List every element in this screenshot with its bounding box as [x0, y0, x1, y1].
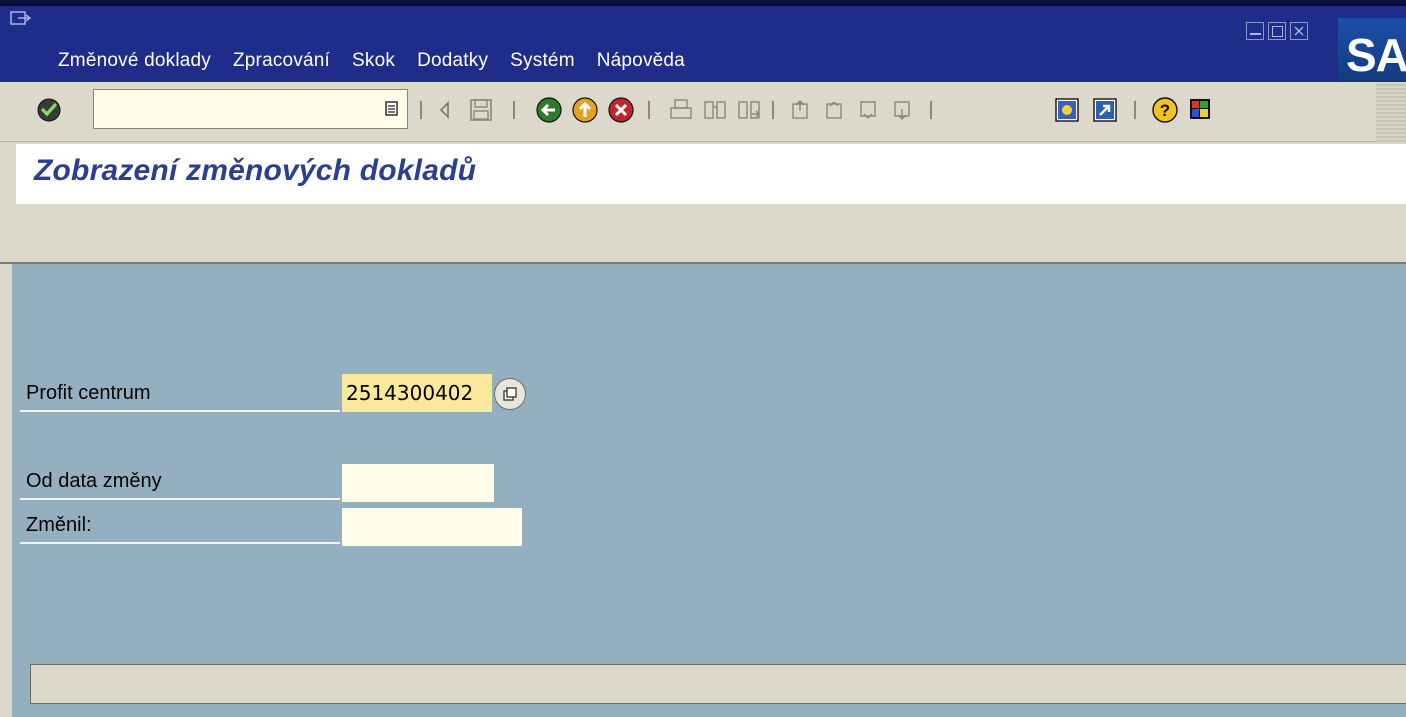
value-help-button[interactable]	[494, 378, 526, 410]
help-icon: ?	[1152, 97, 1178, 123]
menu-system[interactable]: Systém	[510, 50, 575, 80]
layout-menu-button[interactable]	[1186, 95, 1216, 125]
changed-by-underline	[20, 542, 340, 544]
title-area: Zobrazení změnových dokladů	[16, 144, 1406, 204]
save-icon	[470, 99, 492, 121]
toolbar-separator	[930, 101, 932, 119]
back-icon	[536, 97, 562, 123]
profit-center-label: Profit centrum	[26, 382, 151, 404]
menu-dodatky[interactable]: Dodatky	[417, 50, 488, 80]
toolbar-separator	[513, 101, 515, 119]
exit-button[interactable]	[570, 95, 600, 125]
menu-skok[interactable]: Skok	[352, 50, 395, 80]
last-page-button[interactable]	[888, 95, 918, 125]
close-icon	[1294, 26, 1304, 36]
cancel-icon	[608, 97, 634, 123]
toolbar-separator	[1134, 101, 1136, 119]
shortcut-icon	[1093, 98, 1117, 122]
enter-icon	[37, 98, 61, 122]
shortcut-button[interactable]	[1090, 95, 1120, 125]
cancel-button[interactable]	[606, 95, 636, 125]
title-bar: Změnové doklady Zpracování Skok Dodatky …	[0, 0, 1406, 82]
save-button[interactable]	[466, 95, 496, 125]
application-toolbar	[0, 204, 1406, 264]
menu-zmenove-doklady[interactable]: Změnové doklady	[58, 50, 211, 80]
command-history-icon[interactable]	[385, 101, 399, 117]
help-button[interactable]: ?	[1150, 95, 1180, 125]
date-from-label: Od data změny	[26, 470, 162, 492]
exit-icon	[572, 97, 598, 123]
toolbar-edge	[1376, 82, 1406, 142]
back-button[interactable]	[534, 95, 564, 125]
svg-text:?: ?	[1160, 101, 1170, 120]
standard-toolbar: ?	[0, 82, 1406, 142]
menu-napoveda[interactable]: Nápověda	[597, 50, 685, 80]
system-menu-icon[interactable]	[10, 11, 32, 27]
find-icon	[704, 101, 726, 119]
create-session-icon	[1055, 98, 1079, 122]
toolbar-separator	[648, 101, 650, 119]
maximize-button[interactable]	[1268, 22, 1286, 40]
command-input[interactable]	[94, 90, 372, 128]
first-page-button[interactable]	[786, 95, 816, 125]
toolbar-separator	[772, 101, 774, 119]
minimize-button[interactable]	[1246, 22, 1264, 40]
next-page-button[interactable]	[854, 95, 884, 125]
previous-page-icon	[826, 101, 842, 119]
menu-zpracovani[interactable]: Zpracování	[233, 50, 330, 80]
page-title: Zobrazení změnových dokladů	[34, 154, 477, 187]
print-button[interactable]	[666, 95, 696, 125]
close-button[interactable]	[1290, 22, 1308, 40]
enter-button[interactable]	[34, 95, 64, 125]
back-arrow-button[interactable]	[430, 95, 460, 125]
value-help-icon	[503, 387, 517, 401]
command-field[interactable]	[93, 89, 408, 129]
date-from-underline	[20, 498, 340, 500]
main-canvas: Profit centrum Od data změny Změnil:	[12, 264, 1406, 717]
create-session-button[interactable]	[1052, 95, 1082, 125]
first-page-icon	[792, 100, 808, 119]
last-page-icon	[894, 101, 910, 120]
back-arrow-icon	[439, 101, 449, 119]
profit-center-underline	[20, 410, 340, 412]
left-border	[0, 264, 12, 717]
profit-center-input[interactable]	[342, 374, 492, 412]
changed-by-label: Změnil:	[26, 514, 92, 536]
find-button[interactable]	[700, 95, 730, 125]
next-page-icon	[860, 101, 876, 119]
menu-bar: Změnové doklady Zpracování Skok Dodatky …	[58, 50, 707, 80]
print-icon	[670, 99, 692, 119]
toolbar-separator	[420, 101, 422, 119]
find-next-icon	[738, 101, 760, 119]
status-bar	[30, 664, 1406, 704]
layout-menu-icon	[1190, 99, 1210, 119]
previous-page-button[interactable]	[820, 95, 850, 125]
changed-by-input[interactable]	[342, 508, 522, 546]
find-next-button[interactable]	[734, 95, 764, 125]
logo-text: SA	[1346, 29, 1406, 81]
sap-logo: SA	[1338, 18, 1406, 82]
date-from-input[interactable]	[342, 464, 494, 502]
